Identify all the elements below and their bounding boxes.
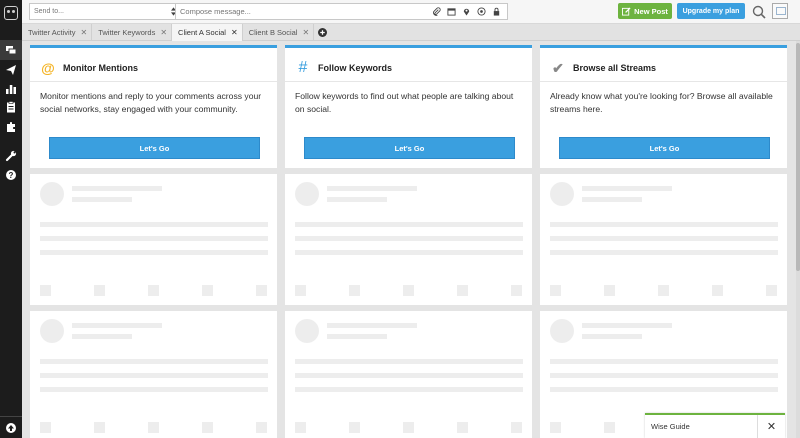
close-tab-icon[interactable]: ✕: [231, 28, 238, 37]
loading-placeholder: [285, 311, 532, 438]
calendar-icon[interactable]: [447, 7, 456, 16]
compose-box[interactable]: [175, 3, 508, 20]
owl-logo-icon[interactable]: [4, 6, 18, 20]
tab-label: Twitter Keywords: [98, 28, 156, 37]
location-icon[interactable]: [462, 7, 471, 16]
help-icon[interactable]: ?: [0, 165, 22, 185]
wise-guide-label: Wise Guide: [651, 422, 690, 431]
tab-label: Client A Social: [178, 28, 226, 37]
lets-go-button[interactable]: Let's Go: [49, 137, 260, 159]
send-to-placeholder: Send to...: [34, 8, 64, 15]
card-title: Browse all Streams: [573, 63, 657, 73]
loading-placeholder: [30, 311, 277, 438]
tab-label: Client B Social: [248, 28, 298, 37]
publisher-icon[interactable]: [0, 60, 22, 80]
assignments-icon[interactable]: [0, 97, 22, 117]
card-title: Monitor Mentions: [63, 63, 138, 73]
close-tab-icon[interactable]: ✕: [160, 28, 167, 37]
send-to-selector[interactable]: Send to...: [29, 3, 192, 20]
stream-columns: @ Monitor Mentions Monitor mentions and …: [22, 41, 800, 438]
analytics-icon[interactable]: [0, 79, 22, 99]
scrollbar[interactable]: [796, 41, 800, 438]
stream-column: @ Monitor Mentions Monitor mentions and …: [30, 45, 277, 438]
tab-twitter-activity[interactable]: Twitter Activity ✕: [22, 24, 93, 41]
hashtag-icon: #: [298, 59, 308, 76]
lock-icon[interactable]: [492, 7, 501, 16]
tools-icon[interactable]: [0, 146, 22, 166]
streams-icon[interactable]: [0, 40, 22, 60]
attach-icon[interactable]: [432, 7, 441, 16]
close-tab-icon[interactable]: ✕: [302, 28, 309, 37]
tab-twitter-keywords[interactable]: Twitter Keywords ✕: [92, 24, 173, 41]
svg-text:?: ?: [9, 171, 14, 180]
tab-label: Twitter Activity: [28, 28, 76, 37]
loading-placeholder: [540, 174, 787, 305]
plus-circle-icon: [317, 28, 327, 37]
search-icon[interactable]: [752, 5, 766, 19]
upload-icon[interactable]: [0, 416, 22, 438]
upgrade-plan-button[interactable]: Upgrade my plan: [677, 3, 745, 19]
stream-column: # Follow Keywords Follow keywords to fin…: [285, 45, 532, 438]
tab-client-b-social[interactable]: Client B Social ✕: [243, 24, 315, 41]
browse-streams-card: ✔ Browse all Streams Already know what y…: [540, 45, 787, 168]
card-title: Follow Keywords: [318, 63, 393, 73]
compose-input[interactable]: [176, 7, 432, 16]
scrollbar-thumb[interactable]: [796, 43, 800, 271]
targeting-icon[interactable]: [477, 7, 486, 16]
card-description: Monitor mentions and reply to your comme…: [40, 91, 262, 114]
add-tab-button[interactable]: [314, 24, 330, 41]
lets-go-button[interactable]: Let's Go: [304, 137, 515, 159]
compose-edit-icon: [622, 6, 631, 16]
upgrade-plan-label: Upgrade my plan: [682, 7, 740, 15]
left-nav: ?: [0, 0, 22, 438]
follow-keywords-card: # Follow Keywords Follow keywords to fin…: [285, 45, 532, 168]
at-sign-icon: @: [41, 60, 55, 76]
top-bar: Send to... New Post Upgrade my plan: [22, 0, 800, 24]
avatar[interactable]: [772, 3, 788, 19]
loading-placeholder: [285, 174, 532, 305]
tab-client-a-social[interactable]: Client A Social ✕: [172, 24, 243, 41]
card-description: Follow keywords to find out what people …: [295, 91, 514, 114]
loading-placeholder: [30, 174, 277, 305]
lets-go-button[interactable]: Let's Go: [559, 137, 770, 159]
new-post-label: New Post: [634, 6, 668, 16]
apps-icon[interactable]: [0, 117, 22, 137]
monitor-mentions-card: @ Monitor Mentions Monitor mentions and …: [30, 45, 277, 168]
close-icon[interactable]: ✕: [757, 415, 785, 438]
tab-bar: Twitter Activity ✕ Twitter Keywords ✕ Cl…: [22, 24, 800, 41]
card-description: Already know what you're looking for? Br…: [550, 91, 773, 114]
new-post-button[interactable]: New Post: [618, 3, 672, 19]
wise-guide-panel[interactable]: Wise Guide ✕: [645, 413, 785, 438]
close-tab-icon[interactable]: ✕: [81, 28, 88, 37]
stream-column: ✔ Browse all Streams Already know what y…: [540, 45, 787, 438]
checkmark-icon: ✔: [552, 59, 564, 76]
